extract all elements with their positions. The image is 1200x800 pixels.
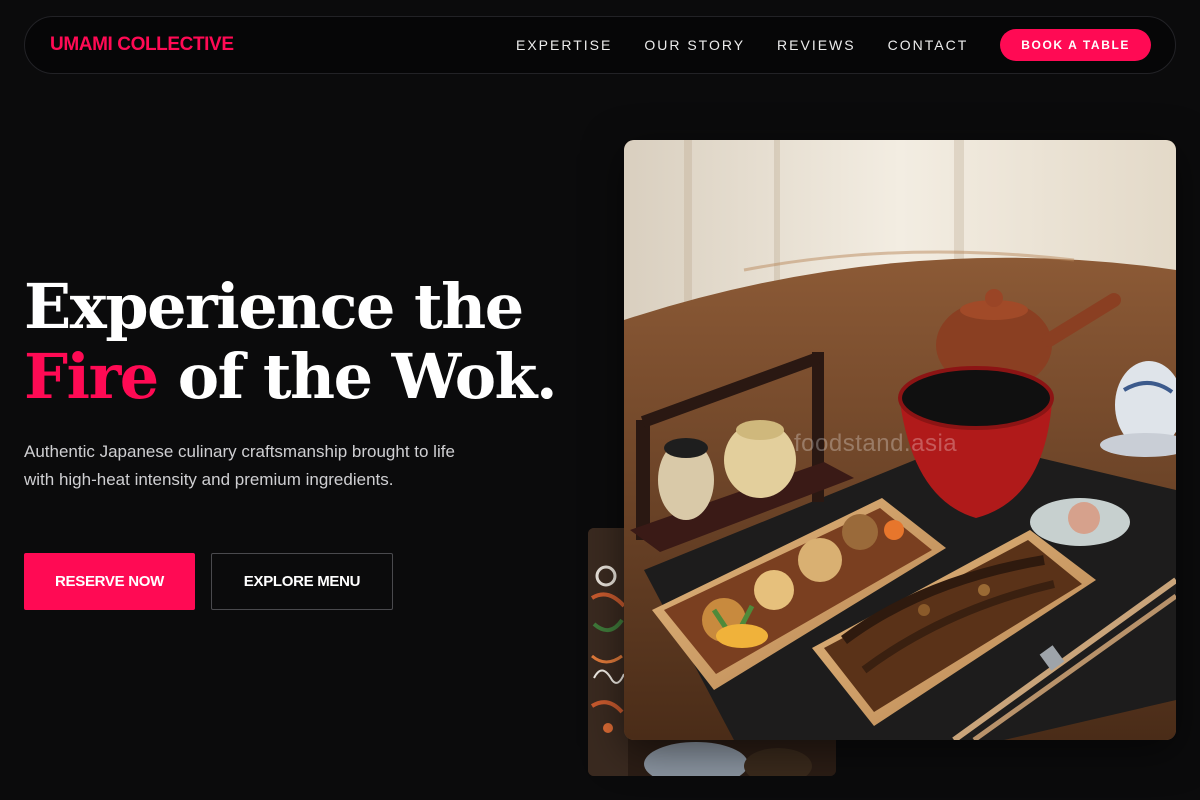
landing-page: UMAMI COLLECTIVE EXPERTISE OUR STORY REV…: [0, 0, 1200, 800]
nav-link-contact[interactable]: CONTACT: [888, 37, 969, 53]
hero-title-line2: of the Wok.: [157, 340, 558, 413]
reserve-now-button[interactable]: RESERVE NOW: [24, 553, 195, 610]
nav-link-our-story[interactable]: OUR STORY: [644, 37, 745, 53]
navbar: UMAMI COLLECTIVE EXPERTISE OUR STORY REV…: [24, 16, 1176, 74]
hero-title: Experience the Fire of the Wok.: [24, 272, 584, 412]
hero-title-line1: Experience the: [24, 270, 524, 343]
nav-links: EXPERTISE OUR STORY REVIEWS CONTACT BOOK…: [516, 29, 1151, 61]
nav-link-expertise[interactable]: EXPERTISE: [516, 37, 612, 53]
explore-menu-button[interactable]: EXPLORE MENU: [211, 553, 393, 610]
hero-title-accent: Fire: [24, 340, 159, 413]
nav-link-reviews[interactable]: REVIEWS: [777, 37, 856, 53]
brand-logo[interactable]: UMAMI COLLECTIVE: [50, 34, 234, 56]
image-watermark: foodstand.asia: [794, 430, 958, 457]
hero-food-photo: foodstand.asia: [624, 140, 1176, 740]
hero-description: Authentic Japanese culinary craftsmanshi…: [24, 442, 455, 489]
book-table-button[interactable]: BOOK A TABLE: [1000, 29, 1151, 61]
